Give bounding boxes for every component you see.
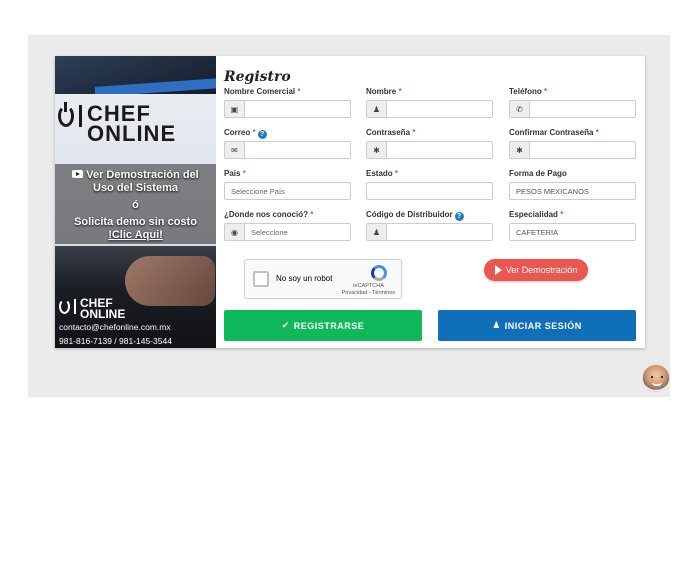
form-title: Registro (224, 69, 291, 85)
play-icon (494, 265, 502, 275)
nombre-field: Nombre * ♟ (366, 87, 493, 118)
correo-field: Correo *? ✉ (224, 128, 351, 159)
especialidad-select[interactable]: CAFETERIA (509, 223, 636, 241)
nombre-input[interactable]: ♟ (366, 100, 493, 118)
registration-form: Registro Nombre Comercial * ▣ Nombre * ♟… (224, 56, 645, 348)
estado-select[interactable] (366, 182, 493, 200)
check-icon: ✔ (281, 320, 290, 330)
recaptcha-widget: No soy un robot reCAPTCHA Privacidad - T… (244, 259, 402, 299)
recaptcha-links[interactable]: Privacidad - Términos (342, 290, 395, 297)
envelope-icon: ✉ (225, 142, 245, 158)
forma-pago-select[interactable]: PESOS MEXICANOS (509, 182, 636, 200)
briefcase-icon: ▣ (225, 101, 245, 117)
telefono-field: Teléfono * ✆ (509, 87, 636, 118)
estado-field: Estado * (366, 169, 493, 200)
promo-banner[interactable]: CHEF ONLINE Ver Demostración del Uso del… (55, 56, 216, 348)
como-conocio-field: ¿Donde nos conoció? * ◉ Seleccione (224, 210, 351, 241)
pais-field: Pais * Seleccione País (224, 169, 351, 200)
lock-icon: ✱ (367, 142, 387, 158)
contact-phones: 981-816-7139 / 981-145-3544 (59, 336, 172, 346)
youtube-icon (72, 170, 84, 178)
power-icon (59, 299, 70, 314)
chat-avatar[interactable] (642, 364, 670, 392)
user-icon: ♟ (367, 224, 387, 240)
ver-demostracion-button[interactable]: Ver Demostración (484, 259, 588, 281)
recaptcha-icon (371, 265, 387, 281)
user-icon: ♟ (367, 101, 387, 117)
lock-icon: ✱ (510, 142, 530, 158)
codigo-distribuidor-input[interactable]: ♟ (366, 223, 493, 241)
contact-info: contacto@chefonline.com.mx 981-816-7139 … (59, 320, 172, 348)
chef-online-logo: CHEF ONLINE (55, 101, 216, 151)
nombre-comercial-input[interactable]: ▣ (224, 100, 351, 118)
confirmar-contrasena-field: Confirmar Contraseña * ✱ (509, 128, 636, 159)
codigo-distribuidor-field: Código de Distribuidor? ♟ (366, 210, 493, 241)
help-icon[interactable]: ? (454, 212, 464, 221)
iniciar-sesion-button[interactable]: ♟ INICIAR SESIÓN (438, 310, 636, 341)
forma-pago-field: Forma de Pago PESOS MEXICANOS (509, 169, 636, 200)
contact-email: contacto@chefonline.com.mx (59, 322, 171, 332)
power-icon (58, 102, 74, 127)
registrarse-button[interactable]: ✔ REGISTRARSE (224, 310, 422, 341)
globe-icon: ◉ (225, 224, 245, 240)
correo-input[interactable]: ✉ (224, 141, 351, 159)
nombre-comercial-field: Nombre Comercial * ▣ (224, 87, 351, 118)
contrasena-input[interactable]: ✱ (366, 141, 493, 159)
contrasena-field: Contraseña * ✱ (366, 128, 493, 159)
chef-online-logo-small: CHEF ONLINE (59, 297, 159, 321)
click-here-link[interactable]: !Clic Aqui! (55, 229, 216, 242)
user-icon: ♟ (492, 320, 501, 330)
telefono-input[interactable]: ✆ (509, 100, 636, 118)
demo-message[interactable]: Ver Demostración del Uso del Sistema ó S… (55, 169, 216, 242)
registration-card: CHEF ONLINE Ver Demostración del Uso del… (55, 56, 645, 348)
phone-icon: ✆ (510, 101, 530, 117)
especialidad-field: Especialidad * CAFETERIA (509, 210, 636, 241)
confirmar-contrasena-input[interactable]: ✱ (509, 141, 636, 159)
help-icon[interactable]: ? (257, 130, 267, 139)
pais-select[interactable]: Seleccione País (224, 182, 351, 200)
recaptcha-checkbox[interactable] (253, 271, 269, 287)
como-conocio-select[interactable]: ◉ Seleccione (224, 223, 351, 241)
